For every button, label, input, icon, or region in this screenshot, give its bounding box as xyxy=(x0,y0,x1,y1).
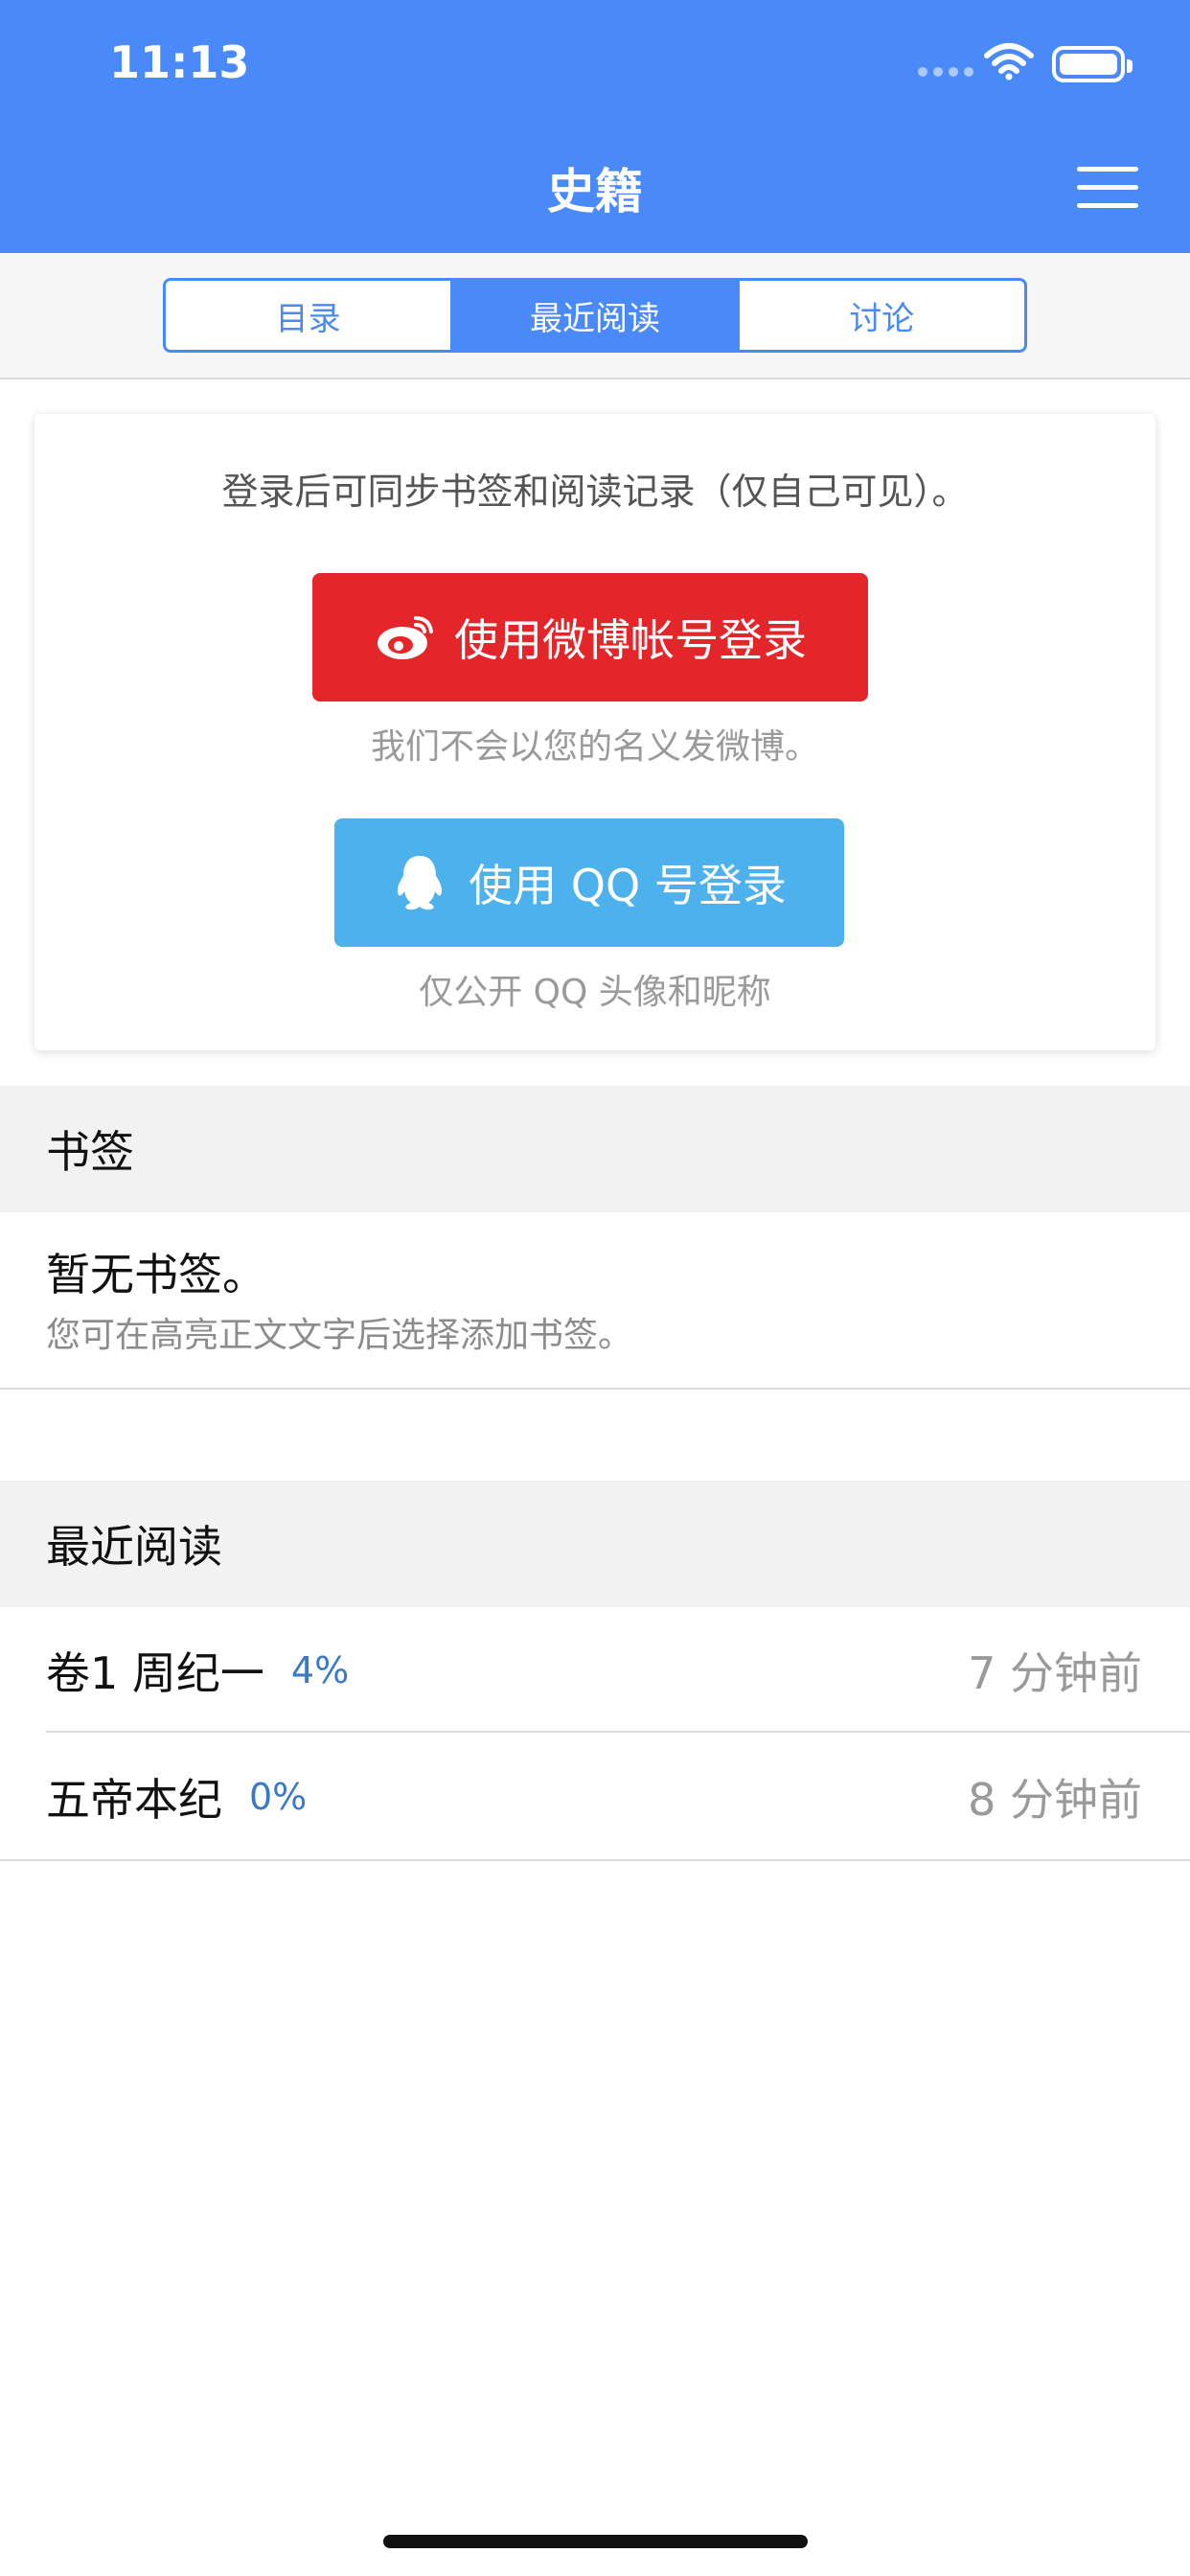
weibo-login-button[interactable]: 使用微博帐号登录 xyxy=(312,573,868,702)
recent-item-title: 五帝本纪 xyxy=(46,1774,222,1826)
bookmarks-header: 书签 xyxy=(0,1086,1190,1212)
weibo-login-label: 使用微博帐号登录 xyxy=(454,614,807,666)
recent-item-title: 卷1 周纪一 xyxy=(46,1647,264,1699)
qq-note: 仅公开 QQ 头像和昵称 xyxy=(419,973,771,1012)
home-indicator[interactable] xyxy=(383,2535,808,2548)
bookmarks-empty-title: 暂无书签。 xyxy=(46,1249,266,1300)
recent-item[interactable]: 五帝本纪 0% 8 分钟前 xyxy=(0,1734,1190,1860)
weibo-note: 我们不会以您的名义发微博。 xyxy=(370,727,819,767)
tab-recent-reading[interactable]: 最近阅读 xyxy=(450,281,738,350)
qq-login-button[interactable]: 使用 QQ 号登录 xyxy=(334,818,844,947)
tab-contents[interactable]: 目录 xyxy=(166,281,450,350)
login-card: 登录后可同步书签和阅读记录（仅自己可见）。 使用微博帐号登录 我们不会以您的名义… xyxy=(34,414,1156,1050)
tabs-bar: 目录 最近阅读 讨论 xyxy=(0,253,1190,380)
divider xyxy=(46,1731,1190,1733)
menu-icon[interactable] xyxy=(1077,167,1138,209)
recent-item-time: 7 分钟前 xyxy=(968,1647,1142,1699)
weibo-icon xyxy=(378,616,433,659)
divider xyxy=(0,1388,1190,1390)
bookmarks-empty-hint: 您可在高亮正文文字后选择添加书签。 xyxy=(46,1316,633,1355)
divider xyxy=(0,1859,1190,1861)
wifi-icon xyxy=(984,43,1034,80)
recent-reading-header: 最近阅读 xyxy=(0,1481,1190,1607)
recent-item-progress: 0% xyxy=(249,1776,308,1818)
battery-icon xyxy=(1052,46,1133,82)
qq-icon xyxy=(398,856,443,910)
recent-item-progress: 4% xyxy=(290,1649,350,1691)
header-bar: 11:13 史籍 xyxy=(0,0,1190,253)
recent-item[interactable]: 卷1 周纪一 4% 7 分钟前 xyxy=(0,1607,1190,1734)
signal-icon xyxy=(918,67,973,77)
segmented-control: 目录 最近阅读 讨论 xyxy=(163,278,1027,353)
status-time: 11:13 xyxy=(109,36,250,88)
recent-item-time: 8 分钟前 xyxy=(968,1774,1142,1826)
login-note: 登录后可同步书签和阅读记录（仅自己可见）。 xyxy=(221,471,969,513)
page-title: 史籍 xyxy=(547,164,643,219)
tab-discussion[interactable]: 讨论 xyxy=(737,281,1024,350)
qq-login-label: 使用 QQ 号登录 xyxy=(469,860,787,911)
